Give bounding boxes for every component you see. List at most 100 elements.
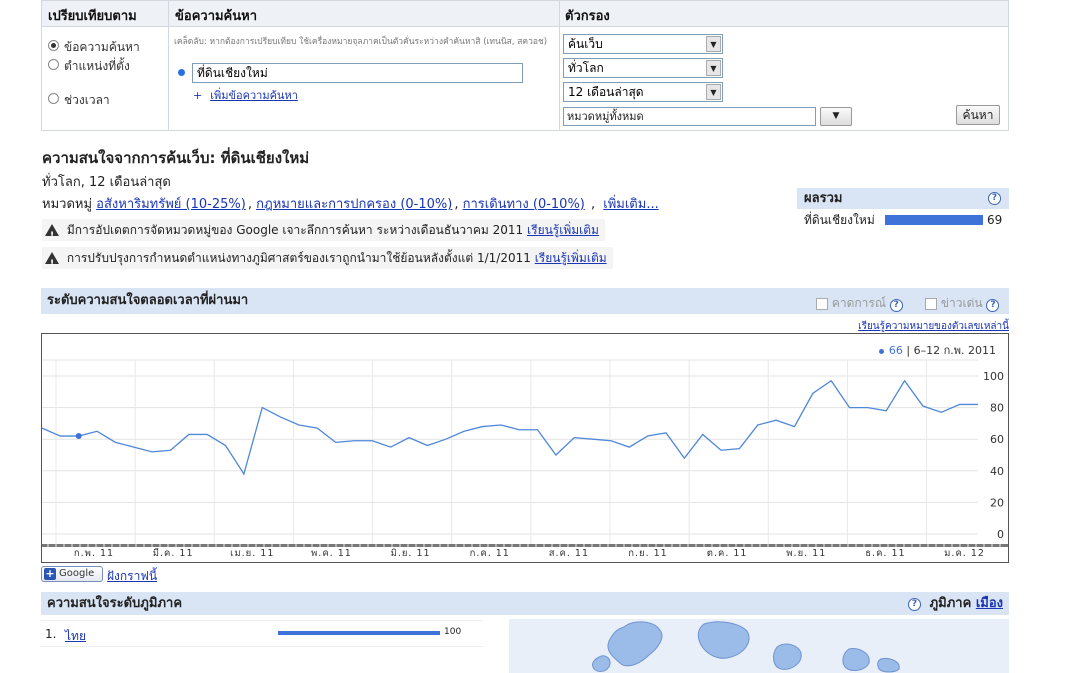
series-line bbox=[42, 379, 978, 476]
more-categories-link[interactable]: เพิ่มเติม... bbox=[603, 197, 658, 212]
chart-svg: 100 80 60 40 20 0 ก.พ. 11 มี.ค. 11 เม.ย. 11 พ.ค. … bbox=[42, 359, 1008, 559]
time-range-value: 12 เดือนล่าสุด bbox=[568, 85, 644, 99]
category-link-travel[interactable]: การเดินทาง (0-10%) bbox=[463, 197, 585, 212]
y-tick-label: 40 bbox=[990, 465, 1004, 478]
news-toggle[interactable]: ข่าวเด่น ? bbox=[925, 294, 1000, 313]
notice-text: การปรับปรุงการกำหนดตำแหน่งทางภูมิศาสตร์ข… bbox=[66, 251, 531, 265]
x-tick-label: ก.ย. 11 bbox=[628, 548, 667, 559]
regional-interest-header: ความสนใจระดับภูมิภาค ? ภูมิภาค เมือง bbox=[41, 592, 1009, 615]
radio-icon[interactable] bbox=[48, 59, 59, 70]
totals-term: ที่ดินเชียงใหม่ bbox=[804, 213, 875, 227]
learn-more-link[interactable]: เรียนรู้เพิ่มเติม bbox=[535, 251, 607, 265]
category-link-law-government[interactable]: กฎหมายและการปกครอง (0-10%) bbox=[256, 197, 452, 212]
x-tick-label: ส.ค. 11 bbox=[549, 548, 589, 559]
landmass-shape bbox=[607, 621, 663, 667]
compare-panel: เปรียบเทียบตาม ข้อความค้นหา ตัวกรอง ข้อค… bbox=[41, 0, 1009, 131]
page-title: ความสนใจจากการค้นเว็บ: ที่ดินเชียงใหม่ bbox=[42, 149, 310, 167]
section-title: ระดับความสนใจตลอดเวลาที่ผ่านมา bbox=[47, 293, 249, 308]
x-tick-label: พ.ค. 11 bbox=[311, 548, 352, 559]
notice-text: มีการอัปเดตการจัดหมวดหมู่ของ Google เจาะ… bbox=[66, 223, 524, 237]
chevron-down-icon: ▼ bbox=[706, 60, 721, 76]
section-title: ความสนใจระดับภูมิภาค bbox=[47, 596, 183, 611]
category-link-real-estate[interactable]: อสังหาริมทรัพย์ (10-25%) bbox=[96, 197, 246, 212]
highlight-point bbox=[75, 433, 82, 440]
chart-legend: 66 | 6–12 ก.พ. 2011 bbox=[878, 341, 996, 359]
legend-value: 66 bbox=[888, 344, 903, 357]
region-label[interactable]: ภูมิภาค bbox=[930, 596, 972, 611]
option-label: ตำแหน่งที่ตั้ง bbox=[64, 59, 130, 73]
world-map[interactable] bbox=[509, 619, 1009, 673]
checkbox-icon[interactable] bbox=[925, 297, 937, 310]
totals-title: ผลรวม bbox=[804, 191, 843, 206]
search-type-select[interactable]: ค้นเว็บ ▼ bbox=[563, 34, 723, 54]
term-color-dot bbox=[178, 69, 185, 76]
x-tick-label: ก.พ. 11 bbox=[74, 548, 114, 559]
city-link[interactable]: เมือง bbox=[976, 596, 1003, 611]
help-icon[interactable]: ? bbox=[988, 192, 1001, 205]
totals-bar bbox=[885, 215, 983, 225]
google-label: Google bbox=[59, 568, 95, 579]
region-rank: 1. bbox=[45, 627, 57, 641]
news-label: ข่าวเด่น bbox=[940, 296, 983, 310]
checkbox-icon[interactable] bbox=[816, 297, 828, 310]
category-field[interactable]: หมวดหมู่ทั้งหมด bbox=[563, 107, 816, 126]
category-update-notice: มีการอัปเดตการจัดหมวดหมู่ของ Google เจาะ… bbox=[42, 219, 605, 247]
region-select[interactable]: ทั่วโลก ▼ bbox=[563, 58, 723, 78]
series-dot bbox=[878, 348, 884, 354]
help-icon[interactable]: ? bbox=[986, 299, 1000, 312]
forecast-toggle[interactable]: คาดการณ์ ? bbox=[816, 294, 903, 313]
x-axis-band bbox=[42, 544, 1008, 547]
search-term-input[interactable] bbox=[192, 63, 523, 83]
add-to-google-button[interactable]: + Google bbox=[41, 566, 103, 582]
search-terms-header: ข้อความค้นหา bbox=[169, 1, 560, 27]
category-dropdown-button[interactable]: ▼ bbox=[820, 107, 852, 126]
region-bar bbox=[278, 631, 440, 635]
search-type-value: ค้นเว็บ bbox=[568, 37, 603, 51]
forecast-label: คาดการณ์ bbox=[831, 296, 886, 310]
landmass-shape bbox=[842, 648, 870, 671]
region-city-toggle: ? ภูมิภาค เมือง bbox=[908, 592, 1003, 615]
y-tick-label: 0 bbox=[997, 528, 1004, 541]
y-tick-label: 100 bbox=[983, 370, 1004, 383]
region-name-link[interactable]: ไทย bbox=[65, 627, 86, 646]
totals-box: ผลรวม ? ที่ดินเชียงใหม่ 69 bbox=[797, 188, 1009, 231]
x-tick-label: ม.ค. 12 bbox=[944, 548, 985, 559]
learn-numbers-link[interactable]: เรียนรู้ความหมายของตัวเลขเหล่านี้ bbox=[858, 319, 1009, 334]
landmass-shape bbox=[877, 658, 900, 673]
help-icon[interactable]: ? bbox=[908, 598, 922, 611]
learn-more-link[interactable]: เรียนรู้เพิ่มเติม bbox=[527, 223, 599, 237]
x-tick-label: มิ.ย. 11 bbox=[391, 548, 431, 559]
warning-icon bbox=[45, 224, 59, 247]
search-button[interactable]: ค้นหา bbox=[956, 105, 1000, 125]
compare-option-location[interactable]: ตำแหน่งที่ตั้ง bbox=[48, 57, 158, 76]
warning-icon bbox=[45, 252, 59, 275]
option-label: ข้อความค้นหา bbox=[64, 40, 140, 54]
option-label: ช่วงเวลา bbox=[64, 93, 110, 107]
compare-option-terms[interactable]: ข้อความค้นหา bbox=[48, 38, 140, 57]
geo-update-notice: การปรับปรุงการกำหนดตำแหน่งทางภูมิศาสตร์ข… bbox=[42, 247, 613, 275]
interest-chart: 100 80 60 40 20 0 ก.พ. 11 มี.ค. 11 เม.ย. 11 พ.ค. … bbox=[41, 333, 1009, 563]
radio-icon[interactable] bbox=[48, 93, 59, 104]
compare-option-time[interactable]: ช่วงเวลา bbox=[48, 91, 110, 110]
time-range-select[interactable]: 12 เดือนล่าสุด ▼ bbox=[563, 82, 723, 102]
add-term-link[interactable]: เพิ่มข้อความค้นหา bbox=[210, 89, 298, 102]
x-tick-label: มี.ค. 11 bbox=[153, 547, 194, 559]
map-svg bbox=[592, 621, 900, 673]
categories-line: หมวดหมู่ อสังหาริมทรัพย์ (10-25%), กฎหมา… bbox=[42, 197, 659, 212]
help-icon[interactable]: ? bbox=[889, 299, 903, 312]
filters-area: ค้นเว็บ ▼ ทั่วโลก ▼ 12 เดือนล่าสุด ▼ หมว… bbox=[560, 27, 1008, 130]
region-value: 100 bbox=[444, 627, 462, 637]
radio-icon[interactable] bbox=[48, 40, 59, 51]
embed-chart-link[interactable]: ฝังกราฟนี้ bbox=[107, 567, 157, 586]
plus-icon: + bbox=[193, 89, 203, 102]
page-subtitle: ทั่วโลก, 12 เดือนล่าสุด bbox=[42, 175, 171, 190]
legend-range: | 6–12 ก.พ. 2011 bbox=[906, 344, 996, 357]
landmass-shape bbox=[592, 655, 611, 672]
totals-header: ผลรวม ? bbox=[797, 188, 1009, 209]
y-tick-label: 20 bbox=[990, 496, 1004, 509]
chevron-down-icon: ▼ bbox=[706, 84, 721, 100]
x-tick-label: ต.ค. 11 bbox=[707, 548, 748, 559]
totals-row: ที่ดินเชียงใหม่ 69 bbox=[797, 209, 1009, 231]
y-tick-label: 60 bbox=[990, 433, 1004, 446]
plus-icon: + bbox=[44, 567, 56, 580]
